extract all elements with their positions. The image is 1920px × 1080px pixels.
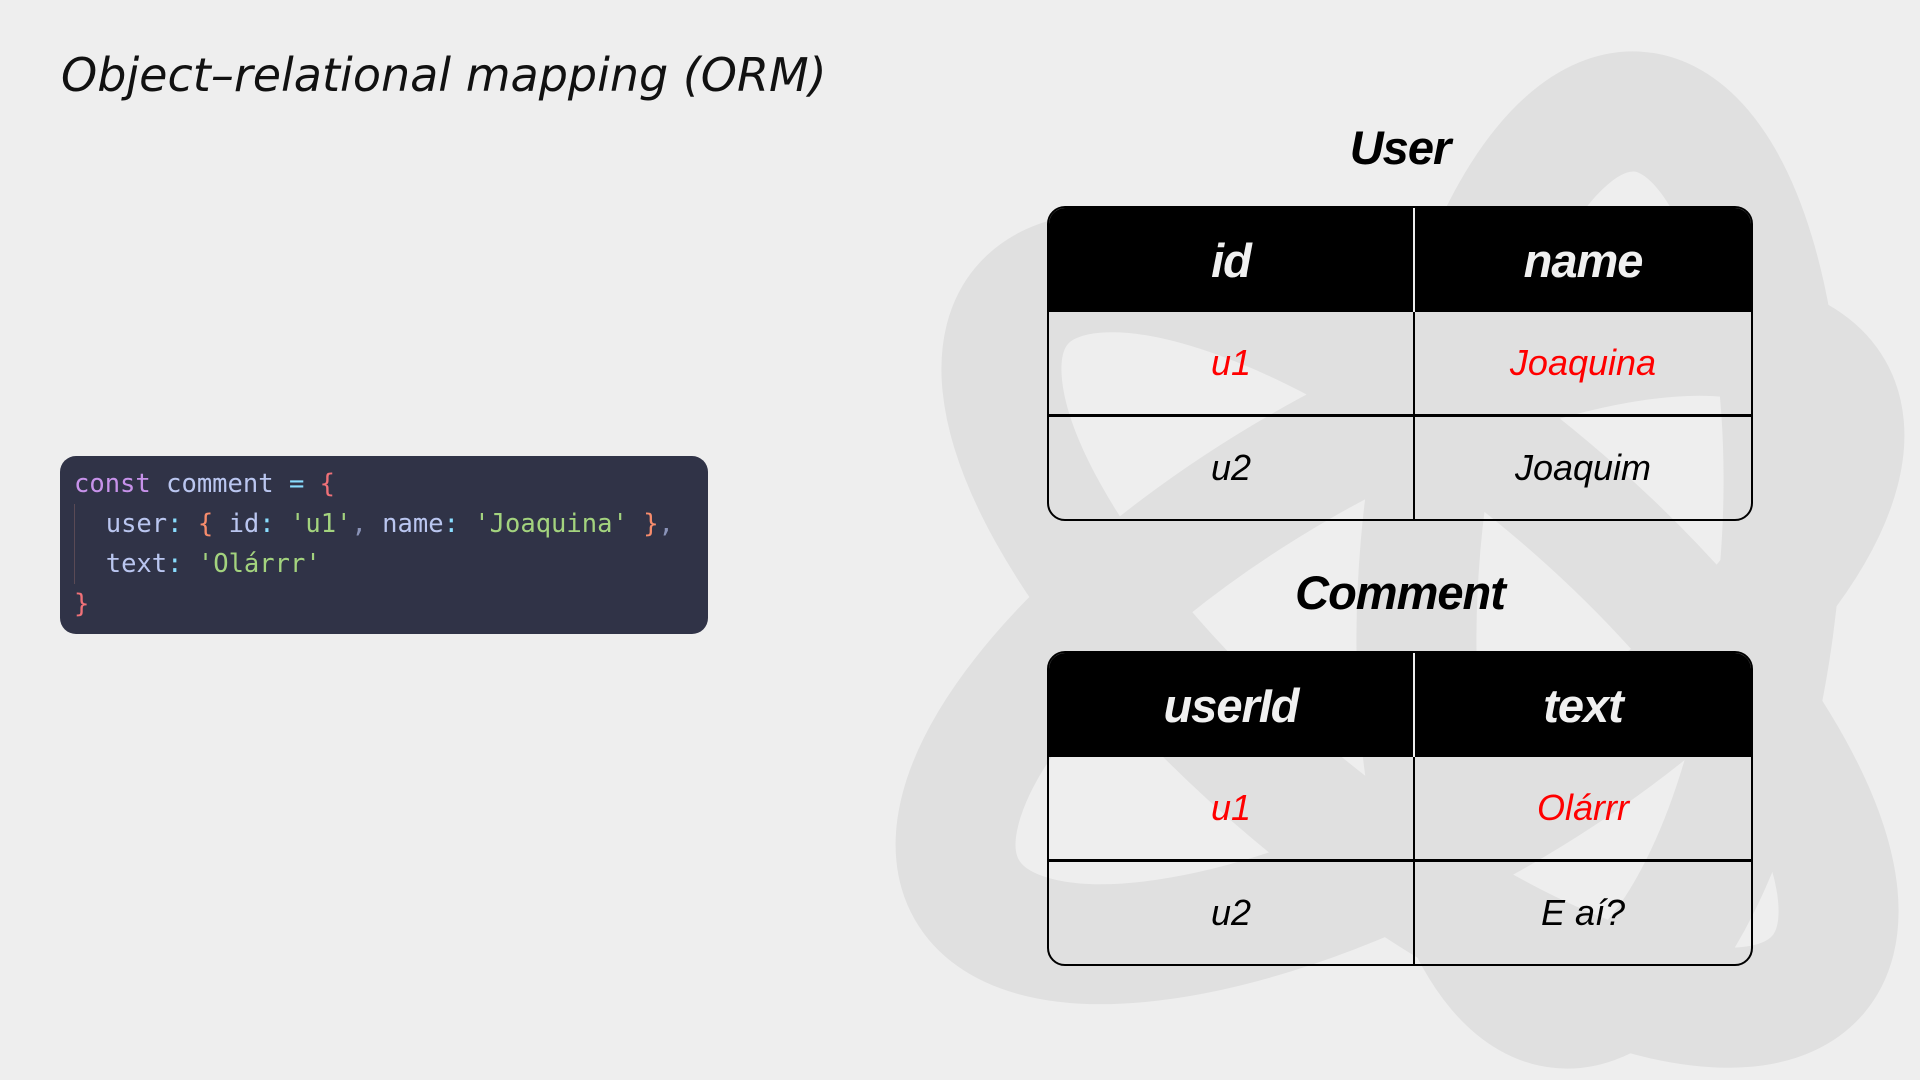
comment-table-title: Comment: [1295, 566, 1506, 619]
table-row: u2 Joaquim: [1049, 417, 1751, 519]
code-keyword: const: [74, 469, 151, 499]
table-row: u2 E aí?: [1049, 862, 1751, 964]
code-colon: :: [259, 509, 275, 539]
column-header: id: [1049, 208, 1415, 312]
table-cell: Joaquim: [1514, 447, 1652, 488]
table-row: u1 Joaquina: [1049, 312, 1751, 417]
column-header: name: [1415, 208, 1751, 312]
code-op: =: [288, 469, 305, 499]
table-cell: u2: [1049, 862, 1415, 964]
slide-title: Object–relational mapping (ORM): [61, 48, 827, 102]
table-cell: u2: [1049, 417, 1415, 519]
table-cell: Joaquina: [1415, 312, 1751, 417]
table-header-row: id name: [1049, 208, 1751, 312]
code-colon: :: [443, 509, 459, 539]
code-brace: {: [319, 469, 336, 499]
code-comma: ,: [351, 509, 367, 539]
code-key: text: [105, 549, 168, 579]
table-cell: Olárrr: [1415, 757, 1751, 862]
table-cell: E aí?: [1540, 892, 1626, 933]
code-string: 'u1': [290, 509, 352, 539]
code-key: name: [382, 509, 444, 539]
column-header: text: [1415, 653, 1751, 757]
comment-table: userId text u1 Olárrr u2 E aí?: [1047, 651, 1753, 966]
code-key: id: [228, 509, 260, 539]
code-block: const comment = { user: { id: 'u1', name…: [60, 456, 708, 634]
code-brace: {: [197, 509, 214, 539]
table-cell: u1: [1049, 757, 1415, 862]
user-table-title: User: [1349, 121, 1452, 174]
code-comma: ,: [658, 509, 674, 539]
code-brace: }: [74, 589, 90, 619]
code-key: user: [105, 509, 168, 539]
table-row: u1 Olárrr: [1049, 757, 1751, 862]
code-string: 'Olárrr': [197, 549, 321, 579]
column-header: userId: [1049, 653, 1415, 757]
user-table: id name u1 Joaquina u2 Joaquim: [1047, 206, 1753, 521]
code-string: 'Joaquina': [474, 509, 628, 539]
code-colon: :: [167, 509, 183, 539]
code-brace: }: [643, 509, 659, 539]
table-cell: u1: [1049, 312, 1415, 417]
code-var: comment: [166, 469, 274, 499]
code-colon: :: [167, 549, 183, 579]
table-header-row: userId text: [1049, 653, 1751, 757]
